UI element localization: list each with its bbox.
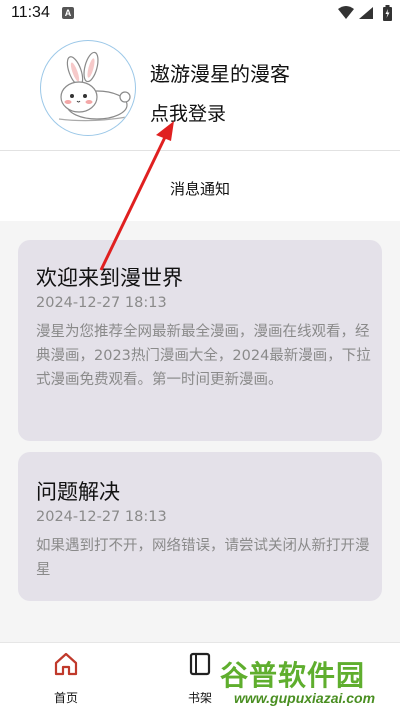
profile-header: 遨游漫星的漫客 点我登录 xyxy=(0,26,400,150)
status-bar: 11:34 A xyxy=(0,0,400,26)
message-title: 欢迎来到漫世界 xyxy=(36,266,183,290)
notification-badge-icon: A xyxy=(62,7,74,19)
login-link[interactable]: 点我登录 xyxy=(150,99,226,126)
nav-label-home: 首页 xyxy=(53,691,78,705)
username: 遨游漫星的漫客 xyxy=(150,62,290,86)
status-time: 11:34 xyxy=(11,4,50,21)
message-date: 2024-12-27 18:13 xyxy=(36,295,167,311)
message-date: 2024-12-27 18:13 xyxy=(36,509,167,525)
nav-label-bookshelf: 书架 xyxy=(187,691,212,705)
bookshelf-icon xyxy=(189,652,211,676)
message-card[interactable]: 问题解决 2024-12-27 18:13 如果遇到打不开，网络错误，请尝试关闭… xyxy=(18,452,382,601)
section-title: 消息通知 xyxy=(169,180,230,198)
message-title: 问题解决 xyxy=(36,480,120,504)
section-header: 消息通知 xyxy=(0,151,400,221)
home-icon xyxy=(54,652,78,676)
signal-icon xyxy=(359,7,373,19)
wifi-icon xyxy=(338,6,354,19)
message-body: 漫星为您推荐全网最新最全漫画，漫画在线观看，经典漫画，2023热门漫画大全，20… xyxy=(36,324,371,388)
battery-icon xyxy=(383,5,392,21)
message-body: 如果遇到打不开，网络错误，请尝试关闭从新打开漫星 xyxy=(36,538,370,578)
nav-item-home[interactable]: 首页 xyxy=(36,643,96,712)
bottom-nav: 首页 书架 xyxy=(0,642,400,712)
avatar[interactable] xyxy=(40,40,136,136)
message-card[interactable]: 欢迎来到漫世界 2024-12-27 18:13 漫星为您推荐全网最新最全漫画，… xyxy=(18,240,382,441)
bunny-avatar-icon xyxy=(58,51,131,122)
nav-item-bookshelf[interactable]: 书架 xyxy=(170,643,230,712)
